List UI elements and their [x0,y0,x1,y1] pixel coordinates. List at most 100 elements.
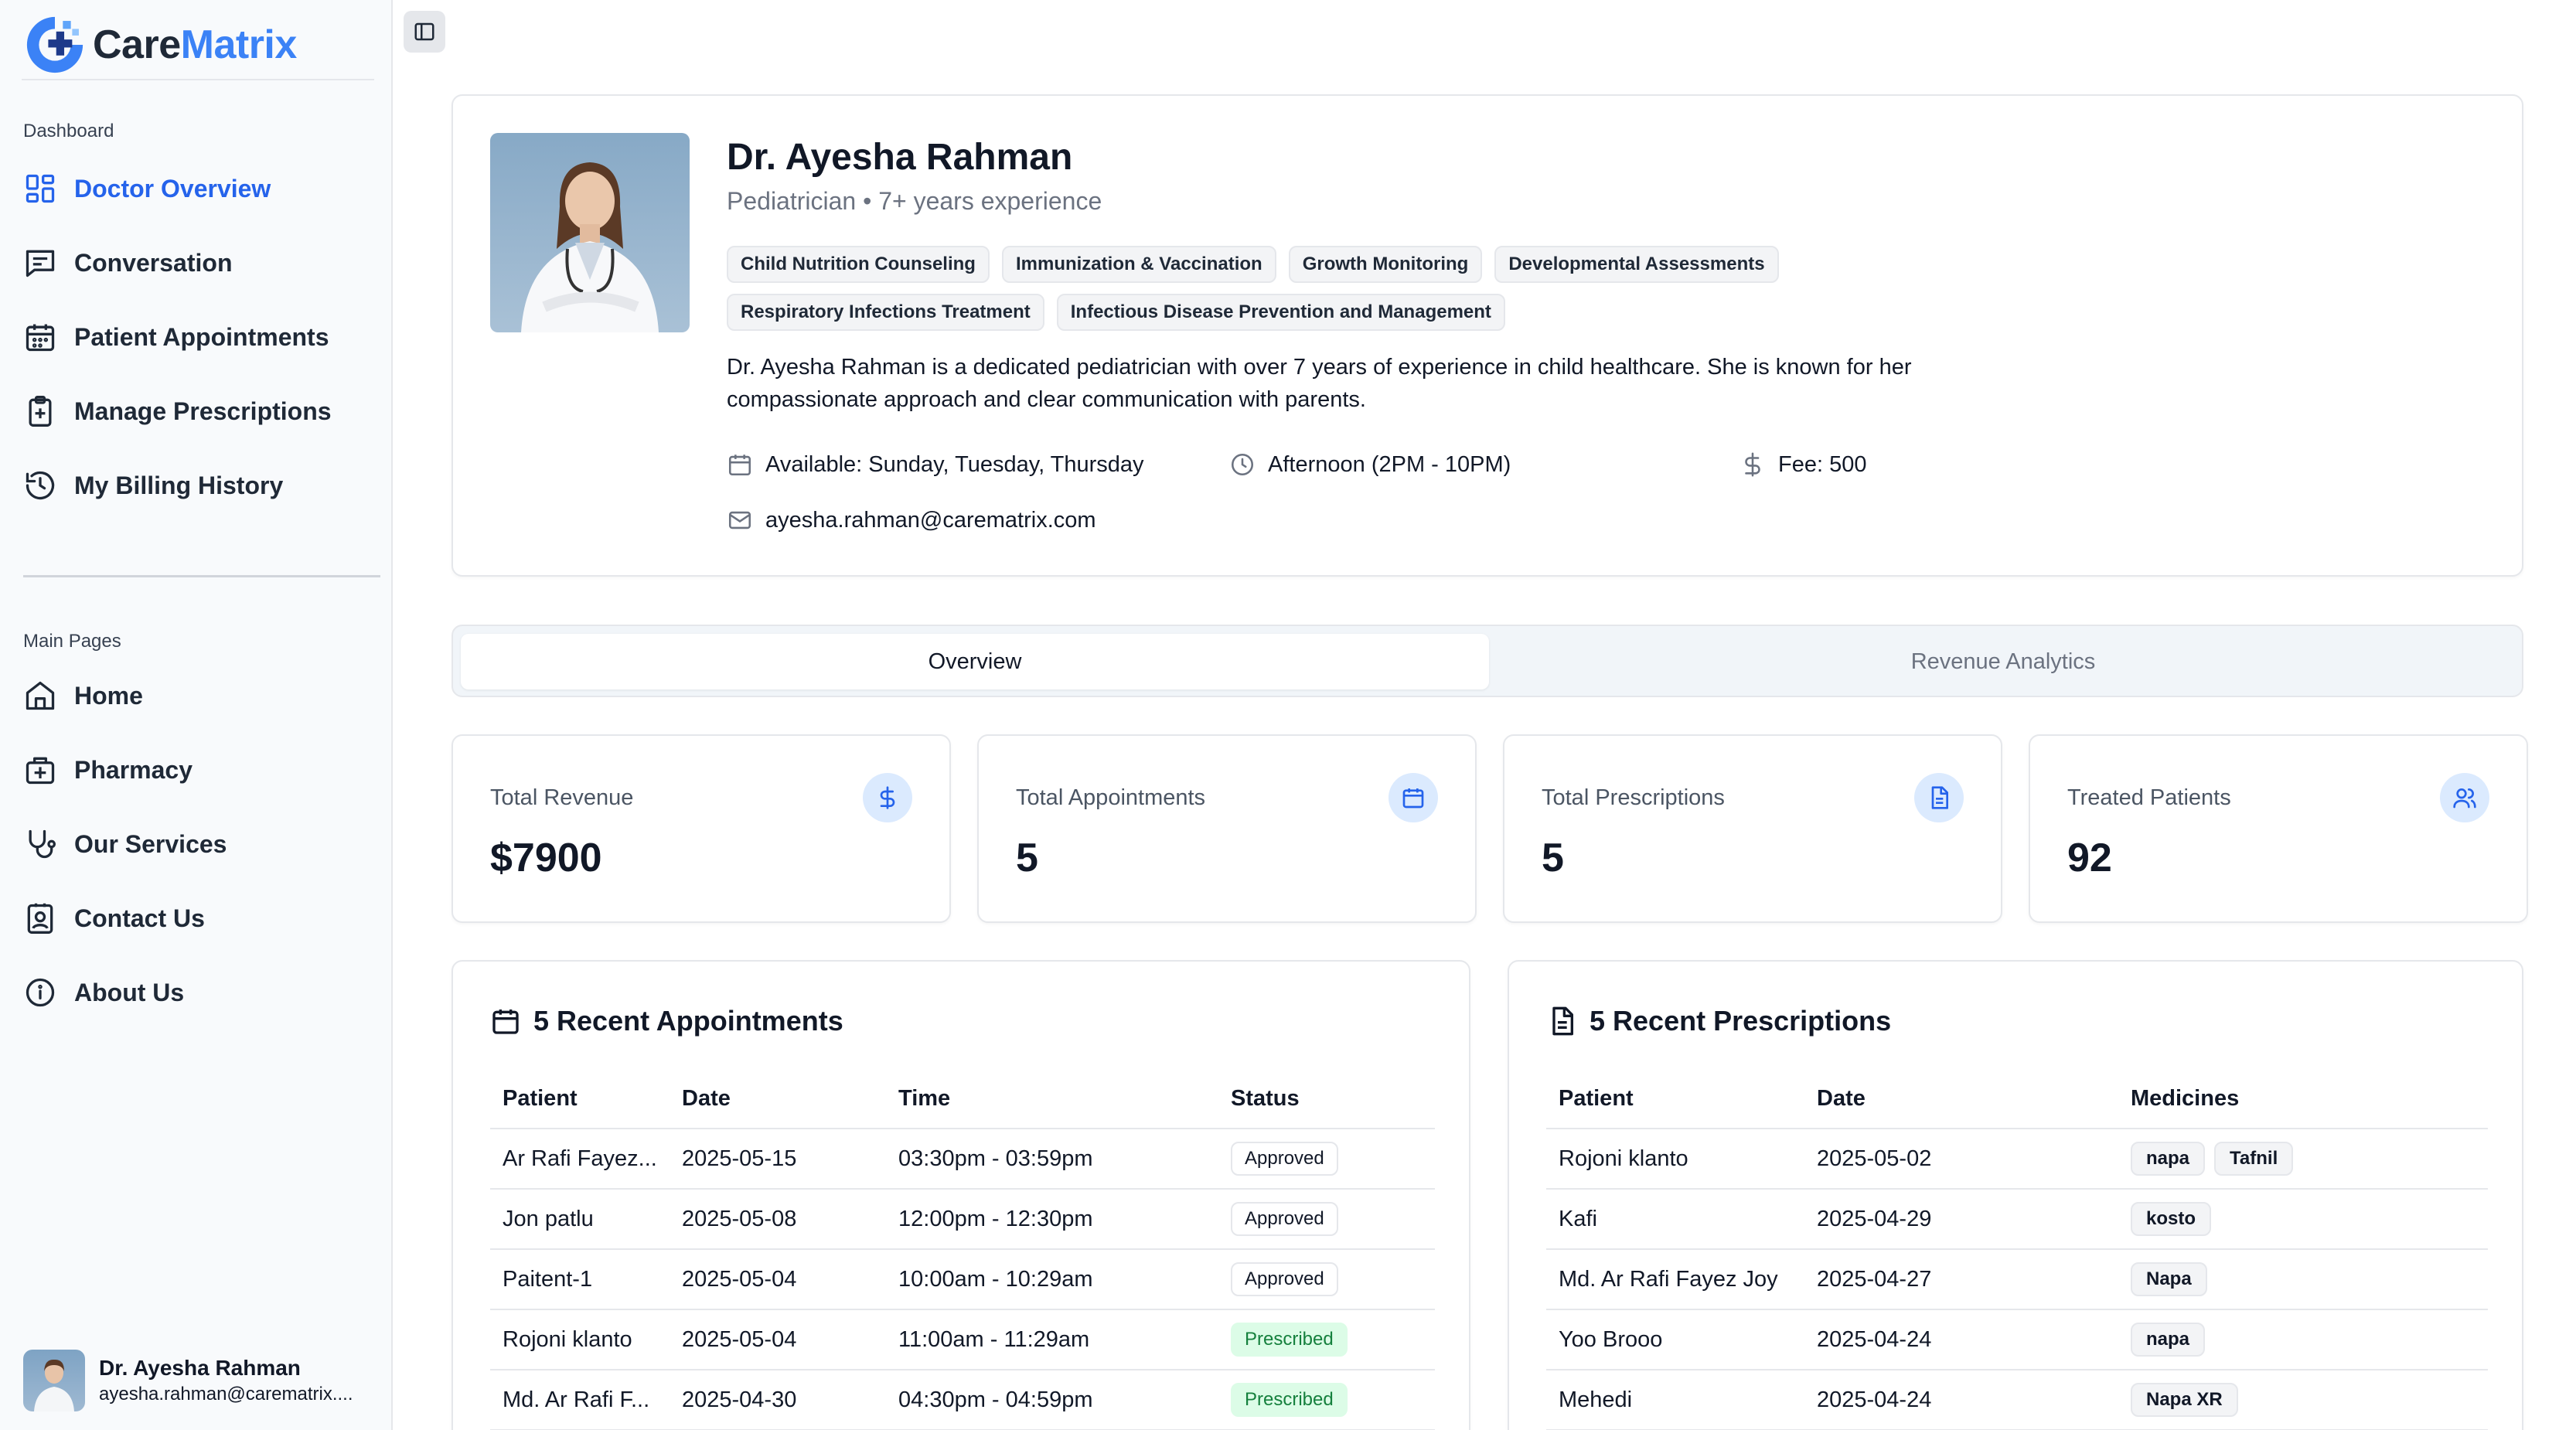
date-cell: 2025-04-27 [1804,1249,2118,1310]
patient-cell: Md. Ar Rafi F... [490,1370,670,1430]
table-row[interactable]: Paitent-1 2025-05-04 10:00am - 10:29am A… [490,1249,1435,1310]
sidebar: CareMatrix Dashboard Doctor Overview Con… [0,0,393,1430]
sidebar-item-our-services[interactable]: Our Services [23,819,227,869]
stat-icon-wrap [1389,773,1438,822]
status-badge: Approved [1231,1262,1338,1296]
users-icon [2453,788,2476,809]
tab-overview[interactable]: Overview [461,634,1489,689]
time-info: Afternoon (2PM - 10PM) [1229,451,1511,478]
table-row[interactable]: Yoo Brooo 2025-04-24 napa [1546,1309,2488,1370]
calendar-icon [492,1010,519,1034]
specialty-tag: Respiratory Infections Treatment [727,294,1044,331]
patient-cell: Kafi [1546,1189,1804,1250]
table-row[interactable]: Rojoni klanto 2025-05-02 napa Tafnil [1546,1129,2488,1190]
sidebar-item-about-us[interactable]: About Us [23,968,184,1017]
status-cell: Prescribed [1218,1309,1435,1370]
prescriptions-title: 5 Recent Prescriptions [1546,1005,1891,1037]
sidebar-item-label: Home [74,681,143,710]
sidebar-toggle-button[interactable] [404,11,445,53]
column-header: Time [886,1070,1218,1129]
patient-cell: Mehedi [1546,1370,1804,1430]
specialty-tag: Immunization & Vaccination [1001,246,1276,283]
column-header: Patient [490,1070,670,1129]
stat-value: 5 [1542,836,1564,880]
status-badge: Approved [1231,1202,1338,1236]
date-cell: 2025-05-08 [670,1189,886,1250]
date-cell: 2025-05-04 [670,1249,886,1310]
stat-label: Total Appointments [1016,785,1206,810]
status-cell: Approved [1218,1189,1435,1250]
table-row[interactable]: Rojoni klanto 2025-05-04 11:00am - 11:29… [490,1309,1435,1370]
table-header-row: Patient Date Time Status [490,1070,1435,1129]
brand-name-part1: Care [93,22,181,67]
stat-card-treated-patients: Treated Patients 92 [2029,734,2528,923]
sidebar-item-label: About Us [74,978,185,1006]
date-cell: 2025-05-15 [670,1129,886,1190]
dollar-icon [880,786,895,809]
pharmacy-icon [26,757,55,785]
table-row[interactable]: Kafi 2025-04-29 kosto [1546,1189,2488,1250]
status-cell: Approved [1218,1129,1435,1190]
specialty-tag: Infectious Disease Prevention and Manage… [1056,294,1505,331]
calendar-icon [728,455,751,476]
table-row[interactable]: Md. Ar Rafi F... 2025-04-30 04:30pm - 04… [490,1370,1435,1430]
patient-cell: Yoo Brooo [1546,1309,1804,1370]
availability-info: Available: Sunday, Tuesday, Thursday [727,451,1144,478]
stat-icon-wrap [863,773,912,822]
sidebar-item-patient-appointments[interactable]: Patient Appointments [23,312,329,362]
history-icon [26,471,55,500]
logo-mark-icon [26,16,83,73]
sidebar-item-home[interactable]: Home [23,671,143,720]
logo-divider [22,79,374,80]
column-header: Medicines [2118,1070,2488,1129]
specialty-tags: Child Nutrition Counseling Immunization … [727,246,1933,331]
file-text-icon [1552,1006,1573,1036]
medicines-cell: kosto [2118,1189,2488,1250]
stat-value: 92 [2067,836,2112,880]
recent-prescriptions-card: 5 Recent Prescriptions Patient Date Medi… [1508,960,2523,1430]
info-icon [26,978,55,1007]
time-cell: 04:30pm - 04:59pm [886,1370,1218,1430]
stat-icon-wrap [2440,773,2489,822]
email-text[interactable]: ayesha.rahman@carematrix.com [765,508,1096,533]
status-cell: Approved [1218,1249,1435,1310]
tab-revenue-analytics[interactable]: Revenue Analytics [1489,634,2517,689]
doctor-photo [490,133,690,332]
mail-icon [728,511,751,529]
user-card[interactable]: Dr. Ayesha Rahman ayesha.rahman@carematr… [23,1350,353,1411]
sidebar-item-conversation[interactable]: Conversation [23,238,232,288]
sidebar-item-pharmacy[interactable]: Pharmacy [23,745,193,795]
medicines-cell: napa [2118,1309,2488,1370]
table-row[interactable]: Mehedi 2025-04-24 Napa XR [1546,1370,2488,1430]
medicines-cell: Napa XR [2118,1370,2488,1430]
date-cell: 2025-04-30 [670,1370,886,1430]
stat-card-total-revenue: Total Revenue $7900 [451,734,951,923]
brand-name-part2: Matrix [180,22,298,67]
stat-icon-wrap [1914,773,1964,822]
patient-cell: Md. Ar Rafi Fayez Joy [1546,1249,1804,1310]
sidebar-item-billing-history[interactable]: My Billing History [23,461,283,510]
stat-label: Total Revenue [490,785,634,810]
stat-value: 5 [1016,836,1038,880]
fee-text: Fee: 500 [1778,451,1867,477]
sidebar-item-contact-us[interactable]: Contact Us [23,894,205,943]
calendar-icon [26,324,55,352]
time-cell: 11:00am - 11:29am [886,1309,1218,1370]
brand-name: CareMatrix [93,22,297,68]
status-cell: Prescribed [1218,1370,1435,1430]
doctor-bio: Dr. Ayesha Rahman is a dedicated pediatr… [727,355,1912,412]
specialty-tag: Growth Monitoring [1288,246,1483,283]
sidebar-item-manage-prescriptions[interactable]: Manage Prescriptions [23,386,332,436]
prescriptions-title-text: 5 Recent Prescriptions [1590,1005,1892,1037]
main-pages-group-label: Main Pages [23,631,121,652]
table-row[interactable]: Jon patlu 2025-05-08 12:00pm - 12:30pm A… [490,1189,1435,1250]
table-row[interactable]: Md. Ar Rafi Fayez Joy 2025-04-27 Napa [1546,1249,2488,1310]
sidebar-item-doctor-overview[interactable]: Doctor Overview [23,164,271,213]
sidebar-item-label: Our Services [74,829,227,858]
medicine-badge: kosto [2131,1202,2212,1236]
brand-logo[interactable]: CareMatrix [22,9,297,80]
dashboard-tabs: Overview Revenue Analytics [451,625,2523,697]
column-header: Patient [1546,1070,1804,1129]
status-badge: Approved [1231,1142,1338,1176]
table-row[interactable]: Ar Rafi Fayez... 2025-05-15 03:30pm - 03… [490,1129,1435,1190]
